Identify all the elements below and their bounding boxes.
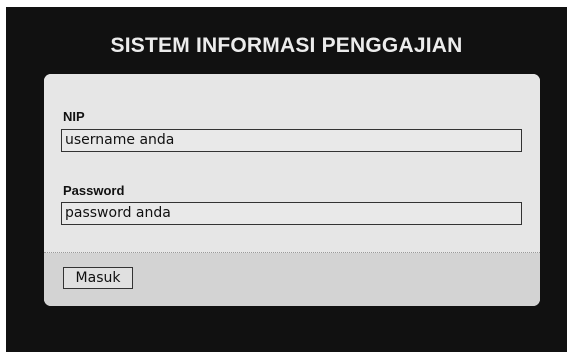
nip-input[interactable] (61, 129, 522, 152)
login-panel: NIP Password Masuk (44, 74, 540, 306)
form-footer: Masuk (44, 253, 540, 306)
nip-label: NIP (63, 109, 85, 124)
masuk-button[interactable]: Masuk (63, 267, 133, 289)
password-label: Password (63, 183, 125, 198)
login-form: NIP Password (44, 74, 540, 252)
page-title: SISTEM INFORMASI PENGGAJIAN (110, 34, 463, 57)
password-input[interactable] (61, 202, 522, 225)
login-frame: SISTEM INFORMASI PENGGAJIAN NIP Password… (6, 7, 567, 352)
